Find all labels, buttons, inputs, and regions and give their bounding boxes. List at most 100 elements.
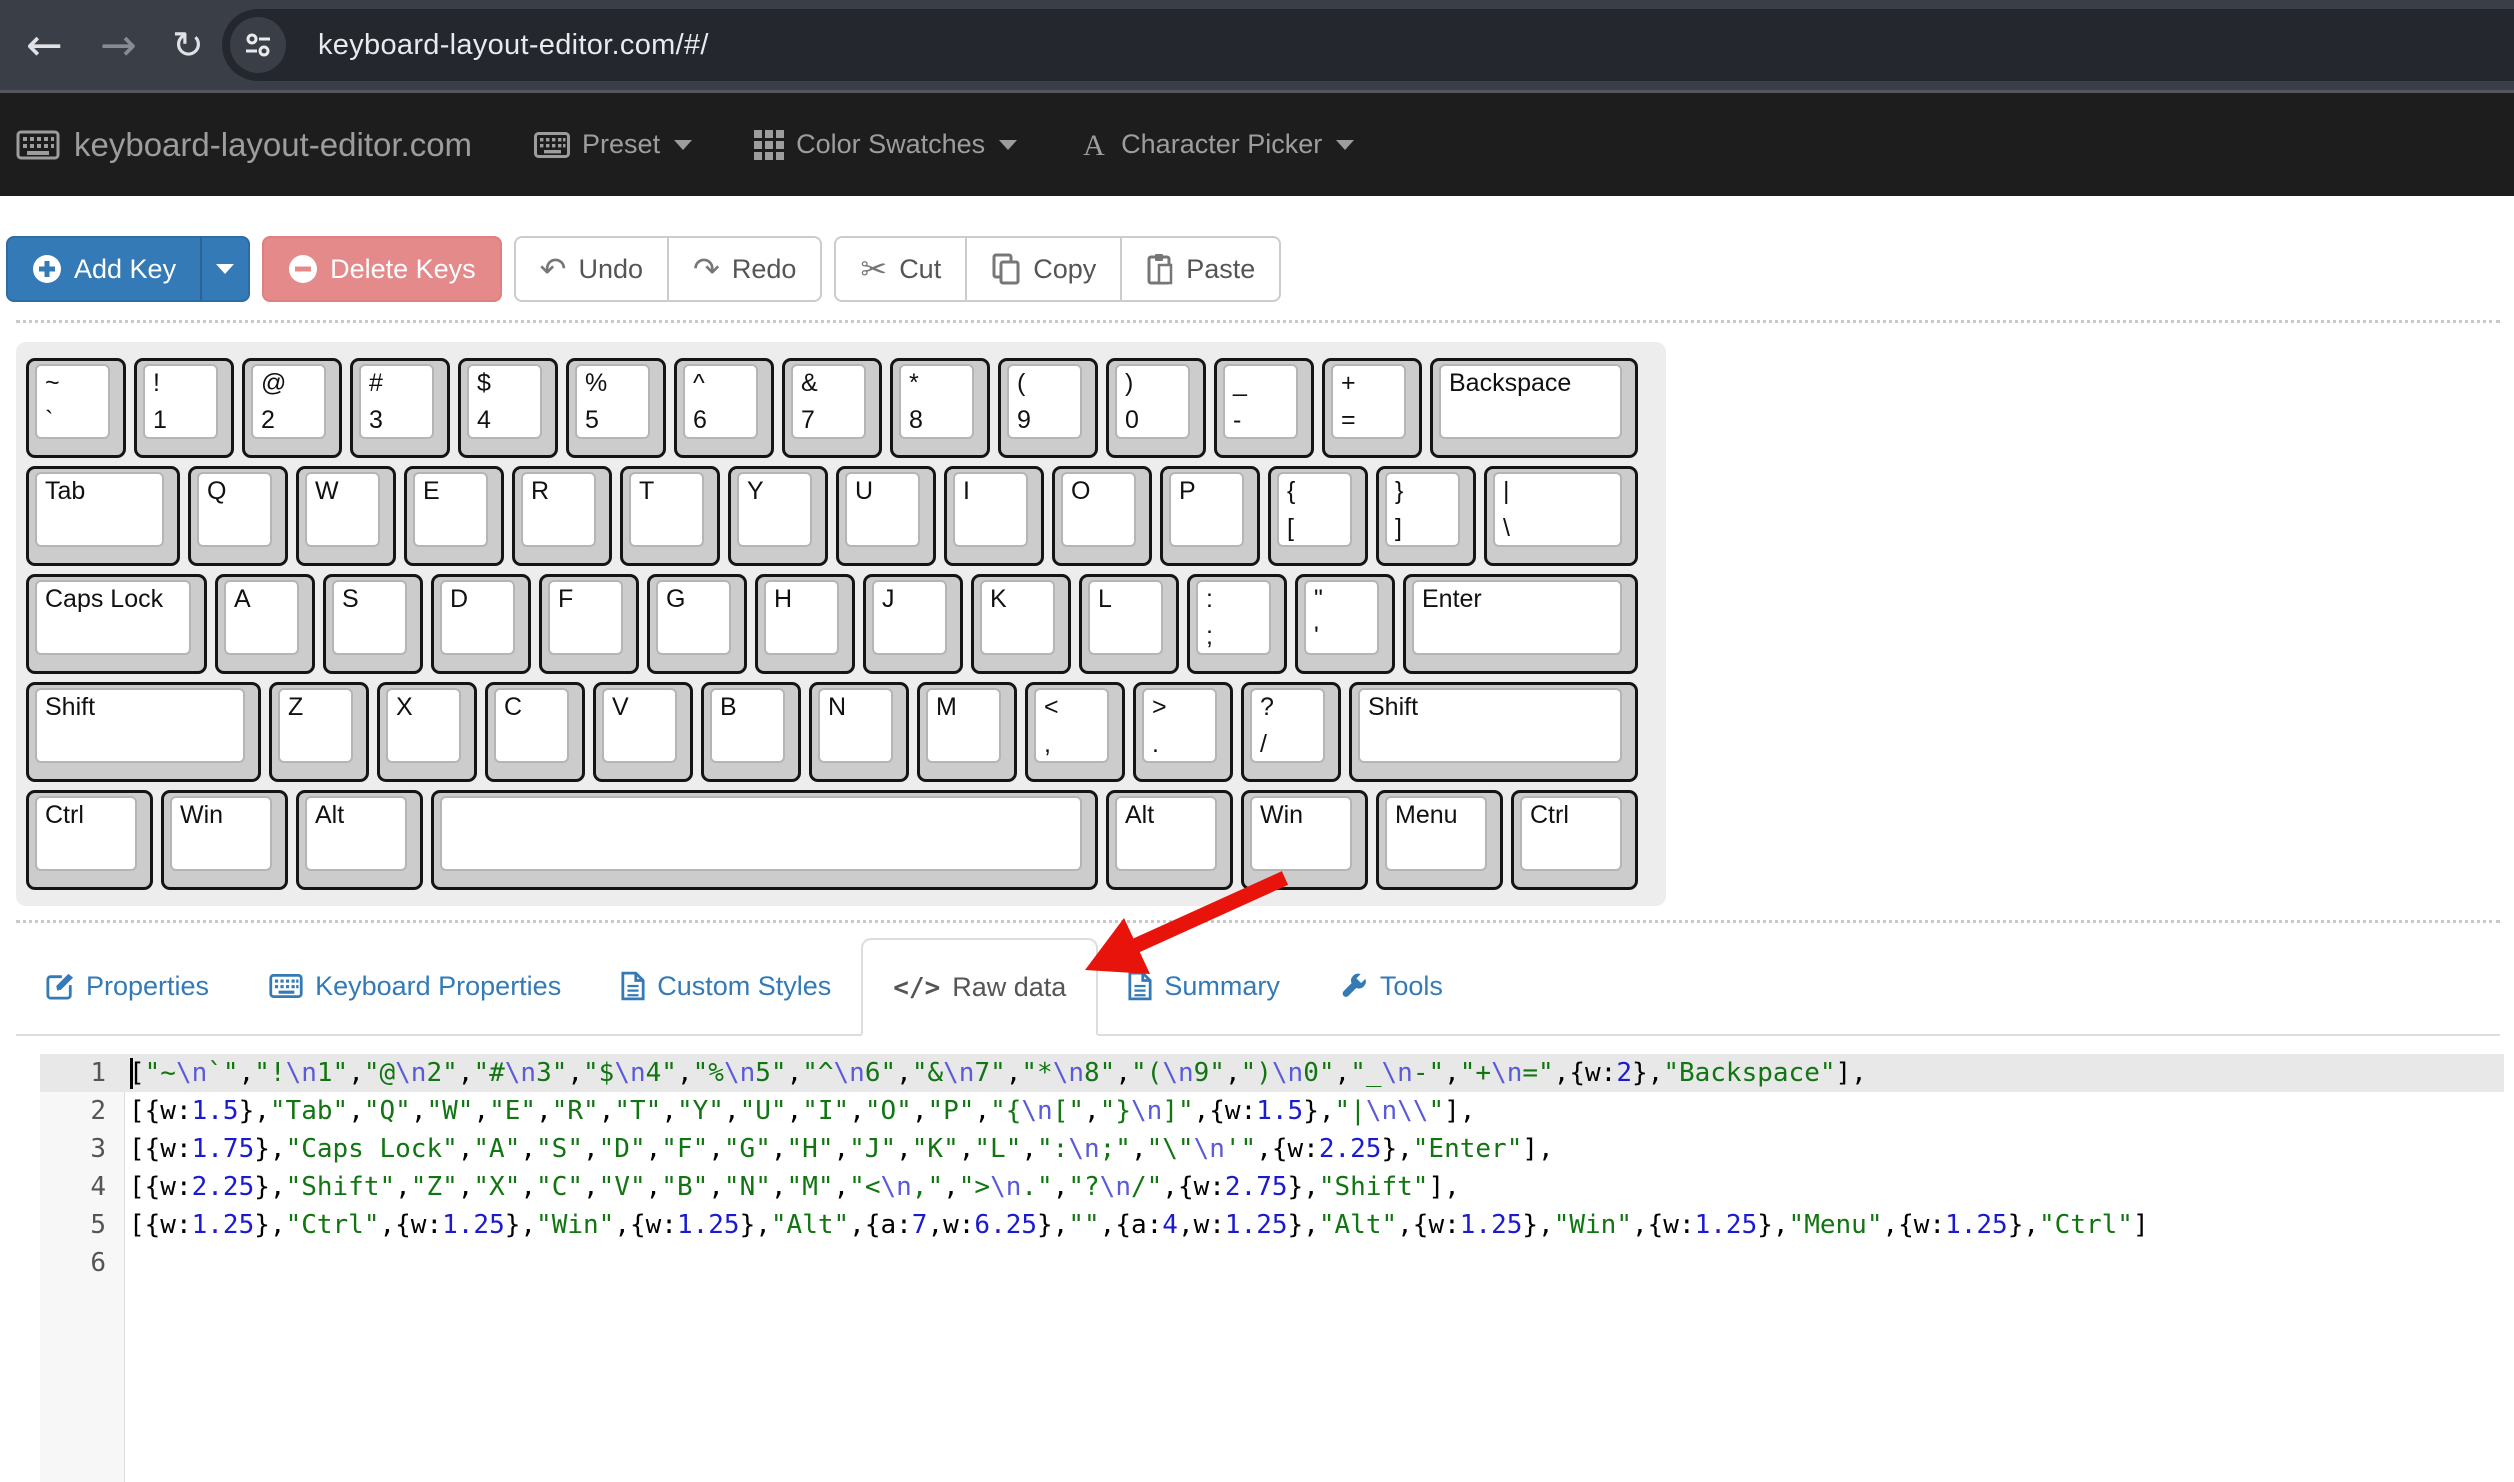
key-<[interactable]: <, [1025, 682, 1125, 782]
redo-button[interactable]: ↷ Redo [667, 236, 822, 302]
key-:[interactable]: :; [1187, 574, 1287, 674]
key-~[interactable]: ~` [26, 358, 126, 458]
key-win[interactable]: Win [1241, 790, 1368, 890]
tab-tools[interactable]: Tools [1310, 938, 1473, 1034]
key-&[interactable]: &7 [782, 358, 882, 458]
browser-back-button[interactable]: ← [26, 0, 63, 90]
key-}[interactable]: }] [1376, 466, 1476, 566]
key-?[interactable]: ?/ [1241, 682, 1341, 782]
key-w[interactable]: W [296, 466, 396, 566]
key-i[interactable]: I [944, 466, 1044, 566]
code-line-1[interactable]: 1["~\n`","!\n1","@\n2","#\n3","$\n4","%\… [40, 1054, 2504, 1092]
raw-data-editor[interactable]: 1["~\n`","!\n1","@\n2","#\n3","$\n4","%\… [40, 1054, 2504, 1482]
code-line-2[interactable]: 2[{w:1.5},"Tab","Q","W","E","R","T","Y",… [40, 1092, 2504, 1130]
key-e[interactable]: E [404, 466, 504, 566]
key-backspace[interactable]: Backspace [1430, 358, 1638, 458]
copy-button[interactable]: Copy [965, 236, 1122, 302]
browser-forward-button[interactable]: → [100, 0, 137, 90]
tab-keyboard-properties[interactable]: Keyboard Properties [239, 938, 591, 1034]
key->[interactable]: >. [1133, 682, 1233, 782]
delete-keys-button[interactable]: Delete Keys [262, 236, 502, 302]
address-bar[interactable]: keyboard-layout-editor.com/#/ [222, 9, 2514, 81]
add-key-dropdown-button[interactable] [200, 236, 250, 302]
key-t[interactable]: T [620, 466, 720, 566]
key-j[interactable]: J [863, 574, 963, 674]
edit-icon [46, 972, 74, 1000]
key-y[interactable]: Y [728, 466, 828, 566]
key-k[interactable]: K [971, 574, 1071, 674]
fontA-icon: A [1079, 130, 1109, 160]
key-f[interactable]: F [539, 574, 639, 674]
key-_[interactable]: _- [1214, 358, 1314, 458]
key-"[interactable]: "' [1295, 574, 1395, 674]
key-caps-lock[interactable]: Caps Lock [26, 574, 207, 674]
key-*[interactable]: *8 [890, 358, 990, 458]
key-b[interactable]: B [701, 682, 801, 782]
key-g[interactable]: G [647, 574, 747, 674]
key-n[interactable]: N [809, 682, 909, 782]
key-o[interactable]: O [1052, 466, 1152, 566]
key-tab[interactable]: Tab [26, 466, 180, 566]
key-|[interactable]: |\ [1484, 466, 1638, 566]
key-win[interactable]: Win [161, 790, 288, 890]
plus-circle-icon [32, 254, 62, 284]
key-shift[interactable]: Shift [1349, 682, 1638, 782]
navbar-item-preset[interactable]: Preset [534, 129, 692, 160]
key-s[interactable]: S [323, 574, 423, 674]
key-v[interactable]: V [593, 682, 693, 782]
key-menu[interactable]: Menu [1376, 790, 1503, 890]
code-line-6[interactable]: 6 [40, 1244, 2504, 1282]
key-m[interactable]: M [917, 682, 1017, 782]
divider [16, 920, 2500, 923]
key-^[interactable]: ^6 [674, 358, 774, 458]
browser-reload-button[interactable]: ↻ [172, 0, 204, 90]
key-enter[interactable]: Enter [1403, 574, 1638, 674]
keyboard-icon [534, 132, 570, 158]
key-$[interactable]: $4 [458, 358, 558, 458]
key-c[interactable]: C [485, 682, 585, 782]
key-h[interactable]: H [755, 574, 855, 674]
key-z[interactable]: Z [269, 682, 369, 782]
key-ctrl[interactable]: Ctrl [26, 790, 153, 890]
key-alt[interactable]: Alt [1106, 790, 1233, 890]
url-text[interactable]: keyboard-layout-editor.com/#/ [318, 29, 709, 62]
tab-raw-data[interactable]: </> Raw data [861, 938, 1098, 1036]
key-d[interactable]: D [431, 574, 531, 674]
code-line-5[interactable]: 5[{w:1.25},"Ctrl",{w:1.25},"Win",{w:1.25… [40, 1206, 2504, 1244]
code-line-4[interactable]: 4[{w:2.25},"Shift","Z","X","C","V","B","… [40, 1168, 2504, 1206]
key-x[interactable]: X [377, 682, 477, 782]
key-%[interactable]: %5 [566, 358, 666, 458]
key-shift[interactable]: Shift [26, 682, 261, 782]
cut-button[interactable]: ✂ Cut [834, 236, 967, 302]
navbar-item-color-swatches[interactable]: Color Swatches [754, 129, 1017, 160]
key-([interactable]: (9 [998, 358, 1098, 458]
tab-custom-styles[interactable]: Custom Styles [591, 938, 861, 1034]
site-brand[interactable]: keyboard-layout-editor.com [16, 126, 472, 164]
browser-toolbar: ← → ↻ keyboard-layout-editor.com/#/ [0, 0, 2514, 93]
tab-summary[interactable]: Summary [1098, 938, 1310, 1034]
scissors-icon: ✂ [860, 253, 887, 285]
key-ctrl[interactable]: Ctrl [1511, 790, 1638, 890]
key-alt[interactable]: Alt [296, 790, 423, 890]
undo-button[interactable]: ↶ Undo [514, 236, 669, 302]
key-u[interactable]: U [836, 466, 936, 566]
site-settings-icon[interactable] [230, 17, 286, 73]
code-line-3[interactable]: 3[{w:1.75},"Caps Lock","A","S","D","F","… [40, 1130, 2504, 1168]
navbar-item-character-picker[interactable]: A Character Picker [1079, 129, 1354, 160]
key-r[interactable]: R [512, 466, 612, 566]
add-key-button[interactable]: Add Key [6, 236, 202, 302]
tab-bar: Properties Keyboard Properties Custom St… [16, 938, 2500, 1036]
key-a[interactable]: A [215, 574, 315, 674]
key-l[interactable]: L [1079, 574, 1179, 674]
key-{[interactable]: {[ [1268, 466, 1368, 566]
key-)[interactable]: )0 [1106, 358, 1206, 458]
key-![interactable]: !1 [134, 358, 234, 458]
tab-properties[interactable]: Properties [16, 938, 239, 1034]
key-p[interactable]: P [1160, 466, 1260, 566]
key-#[interactable]: #3 [350, 358, 450, 458]
key-q[interactable]: Q [188, 466, 288, 566]
paste-button[interactable]: Paste [1120, 236, 1281, 302]
key-+[interactable]: += [1322, 358, 1422, 458]
key-space[interactable] [431, 790, 1098, 890]
key-@[interactable]: @2 [242, 358, 342, 458]
